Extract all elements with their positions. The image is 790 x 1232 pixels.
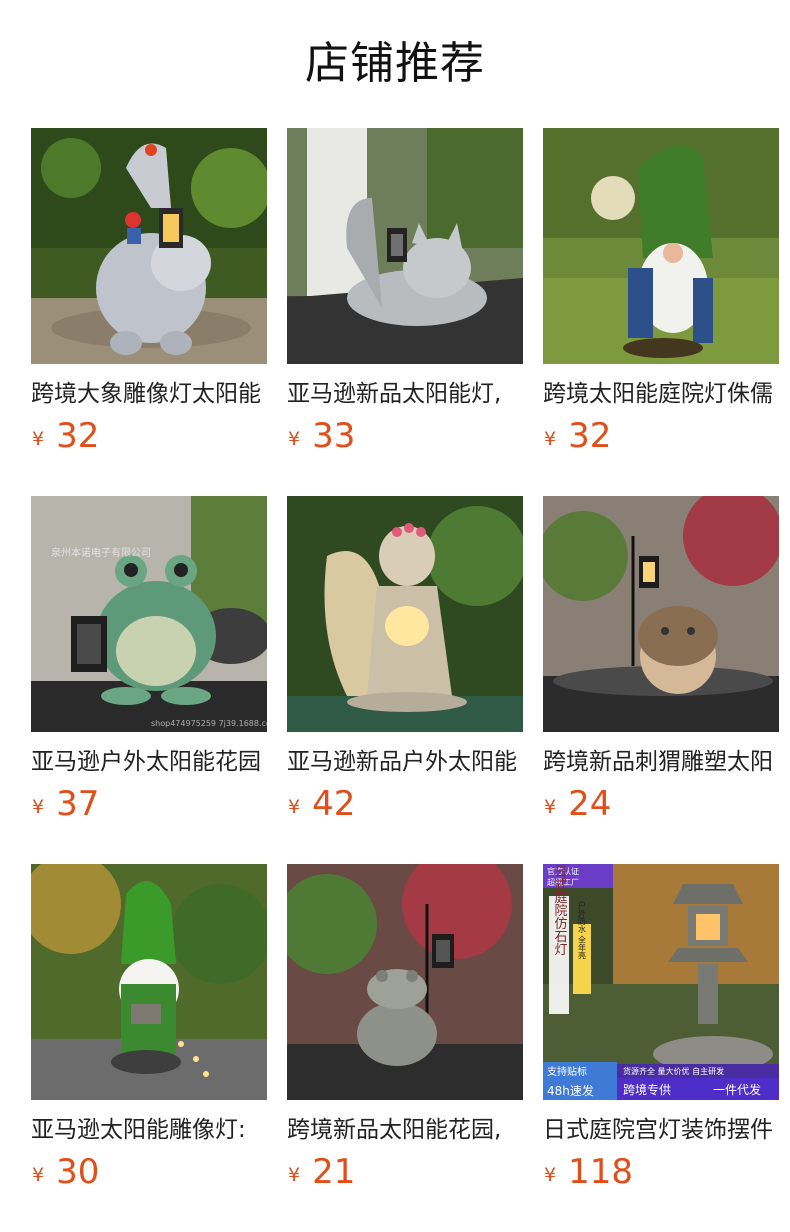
- product-price: ¥42: [288, 784, 355, 824]
- currency-symbol: ¥: [32, 796, 45, 818]
- svg-text:支持贴标: 支持贴标: [547, 1065, 587, 1078]
- hedgehog-statue-lamp-icon[interactable]: [543, 496, 779, 732]
- svg-text:货源齐全 量大价优 自主研发: 货源齐全 量大价优 自主研发: [623, 1066, 724, 1076]
- currency-symbol: ¥: [288, 1164, 301, 1186]
- product-card[interactable]: 亚马逊新品太阳能灯, ¥33: [287, 128, 523, 468]
- currency-symbol: ¥: [288, 796, 301, 818]
- price-value: 32: [56, 416, 100, 456]
- price-value: 24: [568, 784, 612, 824]
- frog-statue-lantern-icon[interactable]: 泉州本诺电子有限公司 shop474975259 7j39.1688.com: [31, 496, 267, 732]
- currency-symbol: ¥: [288, 428, 301, 450]
- svg-text:泉州本诺电子有限公司: 泉州本诺电子有限公司: [51, 546, 151, 559]
- product-name[interactable]: 日式庭院宫灯装饰摆件: [543, 1114, 779, 1146]
- frog-statue-lamp-icon[interactable]: [287, 864, 523, 1100]
- price-value: 42: [312, 784, 356, 824]
- product-price: ¥118: [544, 1152, 633, 1192]
- price-value: 21: [312, 1152, 356, 1192]
- product-price: ¥24: [544, 784, 611, 824]
- currency-symbol: ¥: [544, 796, 557, 818]
- currency-symbol: ¥: [32, 1164, 45, 1186]
- product-price: ¥32: [32, 416, 99, 456]
- product-card[interactable]: 跨境新品刺猬雕塑太阳 ¥24: [543, 496, 779, 836]
- price-value: 118: [568, 1152, 633, 1192]
- product-card[interactable]: 泉州本诺电子有限公司 shop474975259 7j39.1688.com 亚…: [31, 496, 267, 836]
- product-name[interactable]: 亚马逊太阳能雕像灯:: [31, 1114, 267, 1146]
- product-name[interactable]: 跨境新品太阳能花园,: [287, 1114, 523, 1146]
- svg-text:一件代发: 一件代发: [713, 1082, 761, 1097]
- product-name[interactable]: 跨境大象雕像灯太阳能: [31, 378, 267, 410]
- product-card[interactable]: 跨境新品太阳能花园, ¥21: [287, 864, 523, 1204]
- product-card[interactable]: 亚马逊太阳能雕像灯: ¥30: [31, 864, 267, 1204]
- price-value: 37: [56, 784, 100, 824]
- price-value: 33: [312, 416, 356, 456]
- product-price: ¥32: [544, 416, 611, 456]
- currency-symbol: ¥: [544, 1164, 557, 1186]
- elephant-statue-lamp-icon[interactable]: [31, 128, 267, 364]
- currency-symbol: ¥: [32, 428, 45, 450]
- product-name[interactable]: 亚马逊新品太阳能灯,: [287, 378, 523, 410]
- svg-text:跨境专供: 跨境专供: [623, 1082, 671, 1097]
- gnome-statue-lamp-icon[interactable]: [543, 128, 779, 364]
- page-title: 店铺推荐: [305, 38, 485, 89]
- product-card[interactable]: 跨境大象雕像灯太阳能 ¥32: [31, 128, 267, 468]
- product-card[interactable]: 官方认证 超级工厂 日式庭院仿石灯 户外防水 全年亮 支持贴标 48h速发 货源…: [543, 864, 779, 1204]
- product-name[interactable]: 跨境太阳能庭院灯侏儒: [543, 378, 779, 410]
- svg-text:日式庭院仿石灯: 日式庭院仿石灯: [552, 865, 568, 957]
- currency-symbol: ¥: [544, 428, 557, 450]
- gnome-watering-lamp-icon[interactable]: [31, 864, 267, 1100]
- price-value: 30: [56, 1152, 100, 1192]
- svg-text:48h速发: 48h速发: [547, 1083, 594, 1098]
- product-price: ¥33: [288, 416, 355, 456]
- svg-text:shop474975259 7j39.1688.com: shop474975259 7j39.1688.com: [151, 719, 267, 728]
- angel-statue-lamp-icon[interactable]: [287, 496, 523, 732]
- product-price: ¥37: [32, 784, 99, 824]
- japanese-stone-lantern-icon[interactable]: 官方认证 超级工厂 日式庭院仿石灯 户外防水 全年亮 支持贴标 48h速发 货源…: [543, 864, 779, 1100]
- product-price: ¥21: [288, 1152, 355, 1192]
- product-name[interactable]: 跨境新品刺猬雕塑太阳: [543, 746, 779, 778]
- svg-text:户外防水 全年亮: 户外防水 全年亮: [578, 900, 587, 961]
- product-price: ¥30: [32, 1152, 99, 1192]
- product-name[interactable]: 亚马逊户外太阳能花园: [31, 746, 267, 778]
- product-card[interactable]: 亚马逊新品户外太阳能 ¥42: [287, 496, 523, 836]
- product-name[interactable]: 亚马逊新品户外太阳能: [287, 746, 523, 778]
- price-value: 32: [568, 416, 612, 456]
- product-card[interactable]: 跨境太阳能庭院灯侏儒 ¥32: [543, 128, 779, 468]
- cat-statue-lamp-icon[interactable]: [287, 128, 523, 364]
